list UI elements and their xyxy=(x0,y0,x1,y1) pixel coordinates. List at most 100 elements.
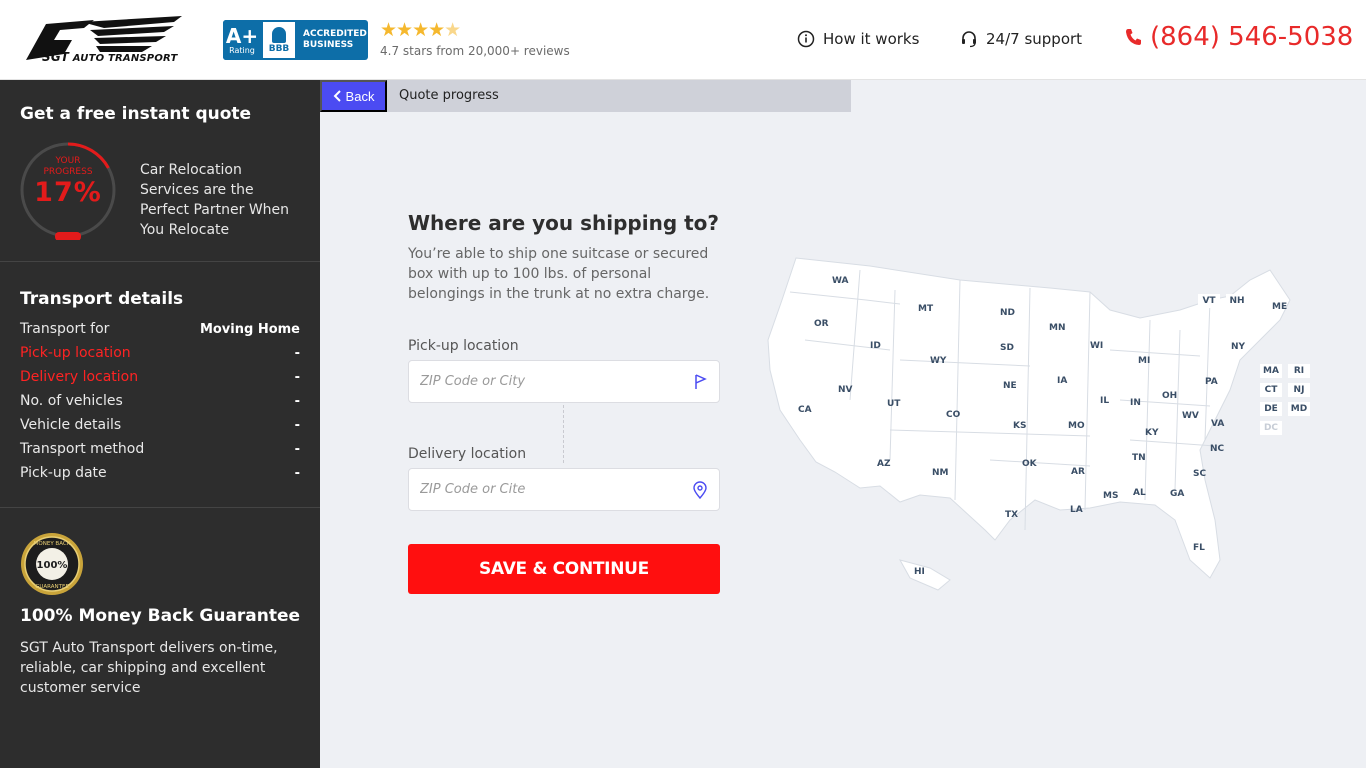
how-it-works-label: How it works xyxy=(823,30,920,48)
transport-detail-label: Pick-up location xyxy=(20,345,131,361)
pickup-field[interactable] xyxy=(408,360,720,403)
state-label-in[interactable]: IN xyxy=(1130,398,1141,408)
map-pin-icon xyxy=(693,481,707,499)
headset-icon xyxy=(962,31,976,48)
state-label-oh[interactable]: OH xyxy=(1162,391,1177,401)
flag-icon xyxy=(695,374,707,389)
state-label-ms[interactable]: MS xyxy=(1103,491,1118,501)
state-label-ga[interactable]: GA xyxy=(1170,489,1184,499)
save-continue-button[interactable]: SAVE & CONTINUE xyxy=(408,544,720,594)
progress-value: 17% xyxy=(34,177,102,208)
state-chip-ct[interactable]: CT xyxy=(1260,383,1282,397)
state-label-ne[interactable]: NE xyxy=(1003,381,1017,391)
state-label-or[interactable]: OR xyxy=(814,319,829,329)
state-chip-nj[interactable]: NJ xyxy=(1288,383,1310,397)
state-label-sc[interactable]: SC xyxy=(1193,469,1206,479)
state-label-ut[interactable]: UT xyxy=(887,399,900,409)
rating-stars-icon: ★★★★★ xyxy=(380,19,461,41)
state-label-nm[interactable]: NM xyxy=(932,468,949,478)
state-chip-md[interactable]: MD xyxy=(1288,402,1310,416)
state-chip-ri[interactable]: RI xyxy=(1288,364,1310,378)
state-label-pa[interactable]: PA xyxy=(1205,377,1218,387)
state-label-tx[interactable]: TX xyxy=(1005,510,1018,520)
money-back-guarantee-badge-icon: 100% MONEY BACK GUARANTEE xyxy=(21,533,83,595)
phone-link[interactable]: (864) 546-5038 xyxy=(1124,22,1353,52)
transport-detail-value: - xyxy=(294,465,300,481)
logo-sub-text: AUTO TRANSPORT xyxy=(72,53,178,64)
sidebar-tagline: Car Relocation Services are the Perfect … xyxy=(140,162,290,238)
state-label-mn[interactable]: MN xyxy=(1049,323,1066,333)
transport-detail-value: Moving Home xyxy=(199,321,300,337)
transport-detail-value: - xyxy=(294,417,300,433)
state-chip-vt[interactable]: VT xyxy=(1198,294,1220,308)
state-label-ky[interactable]: KY xyxy=(1145,428,1159,438)
pickup-input[interactable] xyxy=(420,361,690,402)
phone-icon xyxy=(1126,29,1141,45)
transport-detail-value: - xyxy=(294,345,300,361)
quote-sidebar: Get a free instant quote YOUR PROGRESS 1… xyxy=(0,80,320,768)
back-label: Back xyxy=(345,88,375,104)
chevron-left-icon xyxy=(333,90,341,102)
state-label-wv[interactable]: WV xyxy=(1182,411,1199,421)
transport-detail-value: - xyxy=(294,393,300,409)
bbb-logo-label: BBB xyxy=(268,43,290,54)
how-it-works-link[interactable]: How it works xyxy=(797,30,919,48)
state-label-la[interactable]: LA xyxy=(1070,505,1083,515)
state-label-fl[interactable]: FL xyxy=(1193,543,1205,553)
state-label-ks[interactable]: KS xyxy=(1013,421,1026,431)
bbb-badge[interactable]: A+ Rating BBB ACCREDITED BUSINESS xyxy=(223,20,368,60)
transport-detail-row: Pick-up date - xyxy=(20,461,300,485)
state-label-nv[interactable]: NV xyxy=(838,385,853,395)
us-map[interactable]: WA OR CA ID NV MT WY UT AZ CO NM ND SD NE KS OK TX MN IA MO… xyxy=(760,240,1320,610)
state-label-ar[interactable]: AR xyxy=(1071,467,1085,477)
state-label-al[interactable]: AL xyxy=(1133,488,1146,498)
state-label-ca[interactable]: CA xyxy=(798,405,812,415)
state-label-ia[interactable]: IA xyxy=(1057,376,1067,386)
back-button[interactable]: Back xyxy=(320,80,387,112)
state-label-mt[interactable]: MT xyxy=(918,304,933,314)
sgt-logo[interactable]: SGT AUTO TRANSPORT xyxy=(24,14,186,66)
transport-detail-label: Pick-up date xyxy=(20,465,107,481)
transport-details-title: Transport details xyxy=(20,289,184,309)
bbb-torch-icon xyxy=(272,26,286,43)
transport-detail-row: No. of vehicles - xyxy=(20,389,300,413)
state-label-wa[interactable]: WA xyxy=(832,276,849,286)
state-chip-nh[interactable]: NH xyxy=(1226,294,1248,308)
state-label-az[interactable]: AZ xyxy=(877,459,891,469)
state-label-co[interactable]: CO xyxy=(946,410,960,420)
state-label-sd[interactable]: SD xyxy=(1000,343,1014,353)
delivery-field[interactable] xyxy=(408,468,720,511)
state-chip-de[interactable]: DE xyxy=(1260,402,1282,416)
svg-text:GUARANTEE: GUARANTEE xyxy=(35,584,69,590)
delivery-input[interactable] xyxy=(420,469,690,510)
state-label-nd[interactable]: ND xyxy=(1000,308,1015,318)
state-label-hi[interactable]: HI xyxy=(914,567,925,577)
sidebar-title: Get a free instant quote xyxy=(20,104,252,124)
svg-text:100%: 100% xyxy=(37,560,68,571)
state-label-mi[interactable]: MI xyxy=(1138,356,1150,366)
form-description: You’re able to ship one suitcase or secu… xyxy=(408,246,710,302)
pickup-label: Pick-up location xyxy=(408,338,519,354)
form-title: Where are you shipping to? xyxy=(408,211,720,235)
state-label-ny[interactable]: NY xyxy=(1231,342,1245,352)
support-link[interactable]: 24/7 support xyxy=(960,30,1082,48)
state-label-me[interactable]: ME xyxy=(1272,302,1287,312)
state-label-tn[interactable]: TN xyxy=(1132,453,1146,463)
state-label-mo[interactable]: MO xyxy=(1068,421,1085,431)
state-label-id[interactable]: ID xyxy=(870,341,881,351)
state-label-wi[interactable]: WI xyxy=(1090,341,1103,351)
progress-label-1: YOUR xyxy=(55,156,81,166)
state-label-ok[interactable]: OK xyxy=(1022,459,1037,469)
transport-detail-row: Transport for Moving Home xyxy=(20,317,300,341)
svg-text:MONEY BACK: MONEY BACK xyxy=(34,541,71,547)
delivery-label: Delivery location xyxy=(408,446,527,462)
state-label-va[interactable]: VA xyxy=(1211,419,1224,429)
state-label-wy[interactable]: WY xyxy=(930,356,946,366)
state-label-nc[interactable]: NC xyxy=(1210,444,1224,454)
state-chip-dc[interactable]: DC xyxy=(1260,421,1282,435)
logo-main-text: SGT xyxy=(42,50,70,64)
state-label-il[interactable]: IL xyxy=(1100,396,1109,406)
state-chip-ma[interactable]: MA xyxy=(1260,364,1282,378)
site-header: SGT AUTO TRANSPORT A+ Rating BBB ACCREDI… xyxy=(0,0,1366,80)
bbb-rating-label: Rating xyxy=(229,45,255,55)
